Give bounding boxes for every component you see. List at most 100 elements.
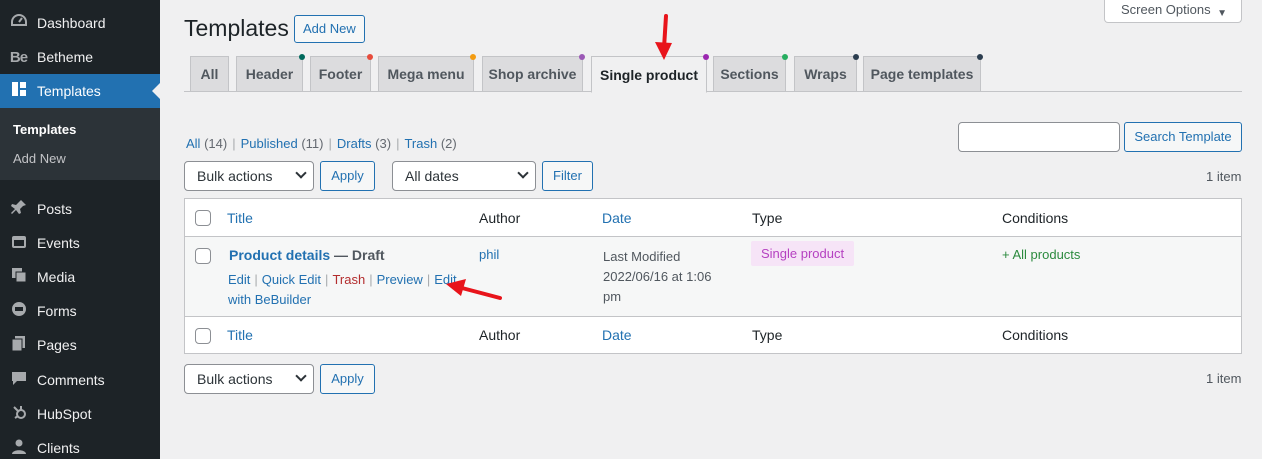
column-title-sort[interactable]: Title <box>227 210 253 226</box>
submenu-item-add-new[interactable]: Add New <box>13 151 66 166</box>
row-actions: Edit | Quick Edit | Trash | Preview | Edit with B… <box>228 270 468 310</box>
view-trash-link[interactable]: Trash <box>404 136 437 151</box>
separator: | <box>232 136 236 151</box>
view-all-link[interactable]: All <box>186 136 200 151</box>
page-title: Templates <box>184 15 289 41</box>
sidebar-item-pages[interactable]: Pages <box>0 328 160 362</box>
sidebar-item-events[interactable]: Events <box>0 226 160 260</box>
hubspot-icon <box>0 404 36 424</box>
search-template-button[interactable]: Search Template <box>1124 122 1242 152</box>
forms-icon <box>0 301 36 321</box>
annotation-arrow-down-icon <box>655 14 672 60</box>
column-type-bottom: Type <box>752 327 783 343</box>
tab-label: Shop archive <box>488 66 577 82</box>
pages-icon <box>0 335 36 355</box>
column-conditions-bottom: Conditions <box>1002 327 1069 343</box>
tab-color-dot <box>977 54 983 60</box>
view-drafts-link[interactable]: Drafts <box>337 136 372 151</box>
preview-link[interactable]: Preview <box>377 272 423 287</box>
view-published-count: (11) <box>301 136 324 151</box>
tab-wraps[interactable]: Wraps <box>794 54 859 92</box>
column-conditions: Conditions <box>1002 210 1069 226</box>
apply-button-top[interactable]: Apply <box>320 161 375 191</box>
tab-shop-archive[interactable]: Shop archive <box>482 54 585 92</box>
tab-footer[interactable]: Footer <box>310 54 373 92</box>
sidebar-item-dashboard[interactable]: Dashboard <box>0 6 160 40</box>
tab-color-dot <box>299 54 305 60</box>
templates-submenu: Templates Add New <box>0 108 160 180</box>
sidebar-item-hubspot[interactable]: HubSpot <box>0 397 160 431</box>
column-title-sort-bottom[interactable]: Title <box>227 327 253 343</box>
admin-sidebar: Dashboard Be Betheme Templates Templates… <box>0 0 160 459</box>
caret-down-icon: ▼ <box>1217 8 1227 19</box>
submenu-item-templates[interactable]: Templates <box>13 122 76 137</box>
bulk-actions-select-bottom[interactable]: Bulk actions <box>184 364 314 394</box>
select-all-checkbox-bottom[interactable] <box>195 328 211 344</box>
separator: | <box>328 136 332 151</box>
sidebar-item-label: Media <box>37 269 76 285</box>
row-date-value: 2022/06/16 at 1:06 <box>603 269 712 284</box>
column-author: Author <box>479 210 521 226</box>
chevron-down-icon <box>295 370 307 382</box>
trash-link[interactable]: Trash <box>332 272 365 287</box>
filter-button[interactable]: Filter <box>542 161 593 191</box>
view-published-link[interactable]: Published <box>241 136 298 151</box>
sidebar-item-label: Pages <box>37 337 77 353</box>
add-new-button[interactable]: Add New <box>294 15 365 43</box>
row-title-link[interactable]: Product details <box>229 247 330 263</box>
sidebar-item-clients[interactable]: Clients <box>0 431 160 459</box>
sidebar-item-media[interactable]: Media <box>0 260 160 294</box>
tab-page-templates[interactable]: Page templates <box>863 54 983 92</box>
row-post-state: — Draft <box>334 247 385 263</box>
tab-header[interactable]: Header <box>236 54 305 92</box>
apply-button-bottom[interactable]: Apply <box>320 364 375 394</box>
sidebar-item-label: HubSpot <box>37 406 92 422</box>
row-checkbox[interactable] <box>195 248 211 264</box>
select-all-checkbox[interactable] <box>195 210 211 226</box>
sidebar-item-label: Events <box>37 235 80 251</box>
search-input[interactable] <box>958 122 1120 152</box>
item-count-top: 1 item <box>1206 169 1242 184</box>
row-author-link[interactable]: phil <box>479 247 499 262</box>
separator: | <box>369 272 373 287</box>
row-date-status: Last Modified <box>603 249 681 264</box>
sidebar-item-forms[interactable]: Forms <box>0 294 160 328</box>
tab-sections[interactable]: Sections <box>713 54 788 92</box>
edit-link[interactable]: Edit <box>228 272 250 287</box>
status-filter-links: All (14) | Published (11) | Drafts (3) | Trash… <box>186 136 457 151</box>
tab-all[interactable]: All <box>190 56 229 92</box>
view-all-count: (14) <box>204 136 228 151</box>
sidebar-item-posts[interactable]: Posts <box>0 192 160 226</box>
row-date-value-2: pm <box>603 289 622 304</box>
sidebar-item-betheme[interactable]: Be Betheme <box>0 40 160 74</box>
sidebar-item-label: Betheme <box>37 49 94 65</box>
calendar-icon <box>0 233 36 253</box>
quick-edit-link[interactable]: Quick Edit <box>262 272 321 287</box>
bulk-actions-select-top[interactable]: Bulk actions <box>184 161 314 191</box>
tab-label: Single product <box>600 66 698 83</box>
table-row: Product details — Draft Edit | Quick Edit |… <box>185 237 1241 316</box>
row-date: Last Modified 2022/06/16 at 1:06 pm <box>603 247 711 307</box>
templates-table: Title Author Date Type Conditions Produc… <box>184 198 1242 354</box>
tab-label: Mega menu <box>387 66 465 82</box>
tab-color-dot <box>470 54 476 60</box>
column-type: Type <box>752 210 783 226</box>
sidebar-item-label: Clients <box>37 440 80 456</box>
tab-label: All <box>200 66 219 82</box>
sidebar-item-label: Templates <box>37 83 101 99</box>
view-trash-count: (2) <box>440 136 457 151</box>
view-drafts-count: (3) <box>375 136 392 151</box>
screen-options-label: Screen Options <box>1121 2 1211 17</box>
table-footer-row: Title Author Date Type Conditions <box>185 316 1241 354</box>
dates-filter-select[interactable]: All dates <box>392 161 536 191</box>
tab-label: Sections <box>720 66 779 82</box>
screen-options-button[interactable]: Screen Options ▼ <box>1104 0 1242 23</box>
tab-single-product[interactable]: Single product <box>591 54 709 93</box>
sidebar-item-templates[interactable]: Templates <box>0 74 160 108</box>
sidebar-item-comments[interactable]: Comments <box>0 363 160 397</box>
column-date-sort-bottom[interactable]: Date <box>602 327 632 343</box>
tab-mega-menu[interactable]: Mega menu <box>378 54 476 92</box>
column-date-sort[interactable]: Date <box>602 210 632 226</box>
column-author-bottom: Author <box>479 327 521 343</box>
tab-color-dot <box>782 54 788 60</box>
